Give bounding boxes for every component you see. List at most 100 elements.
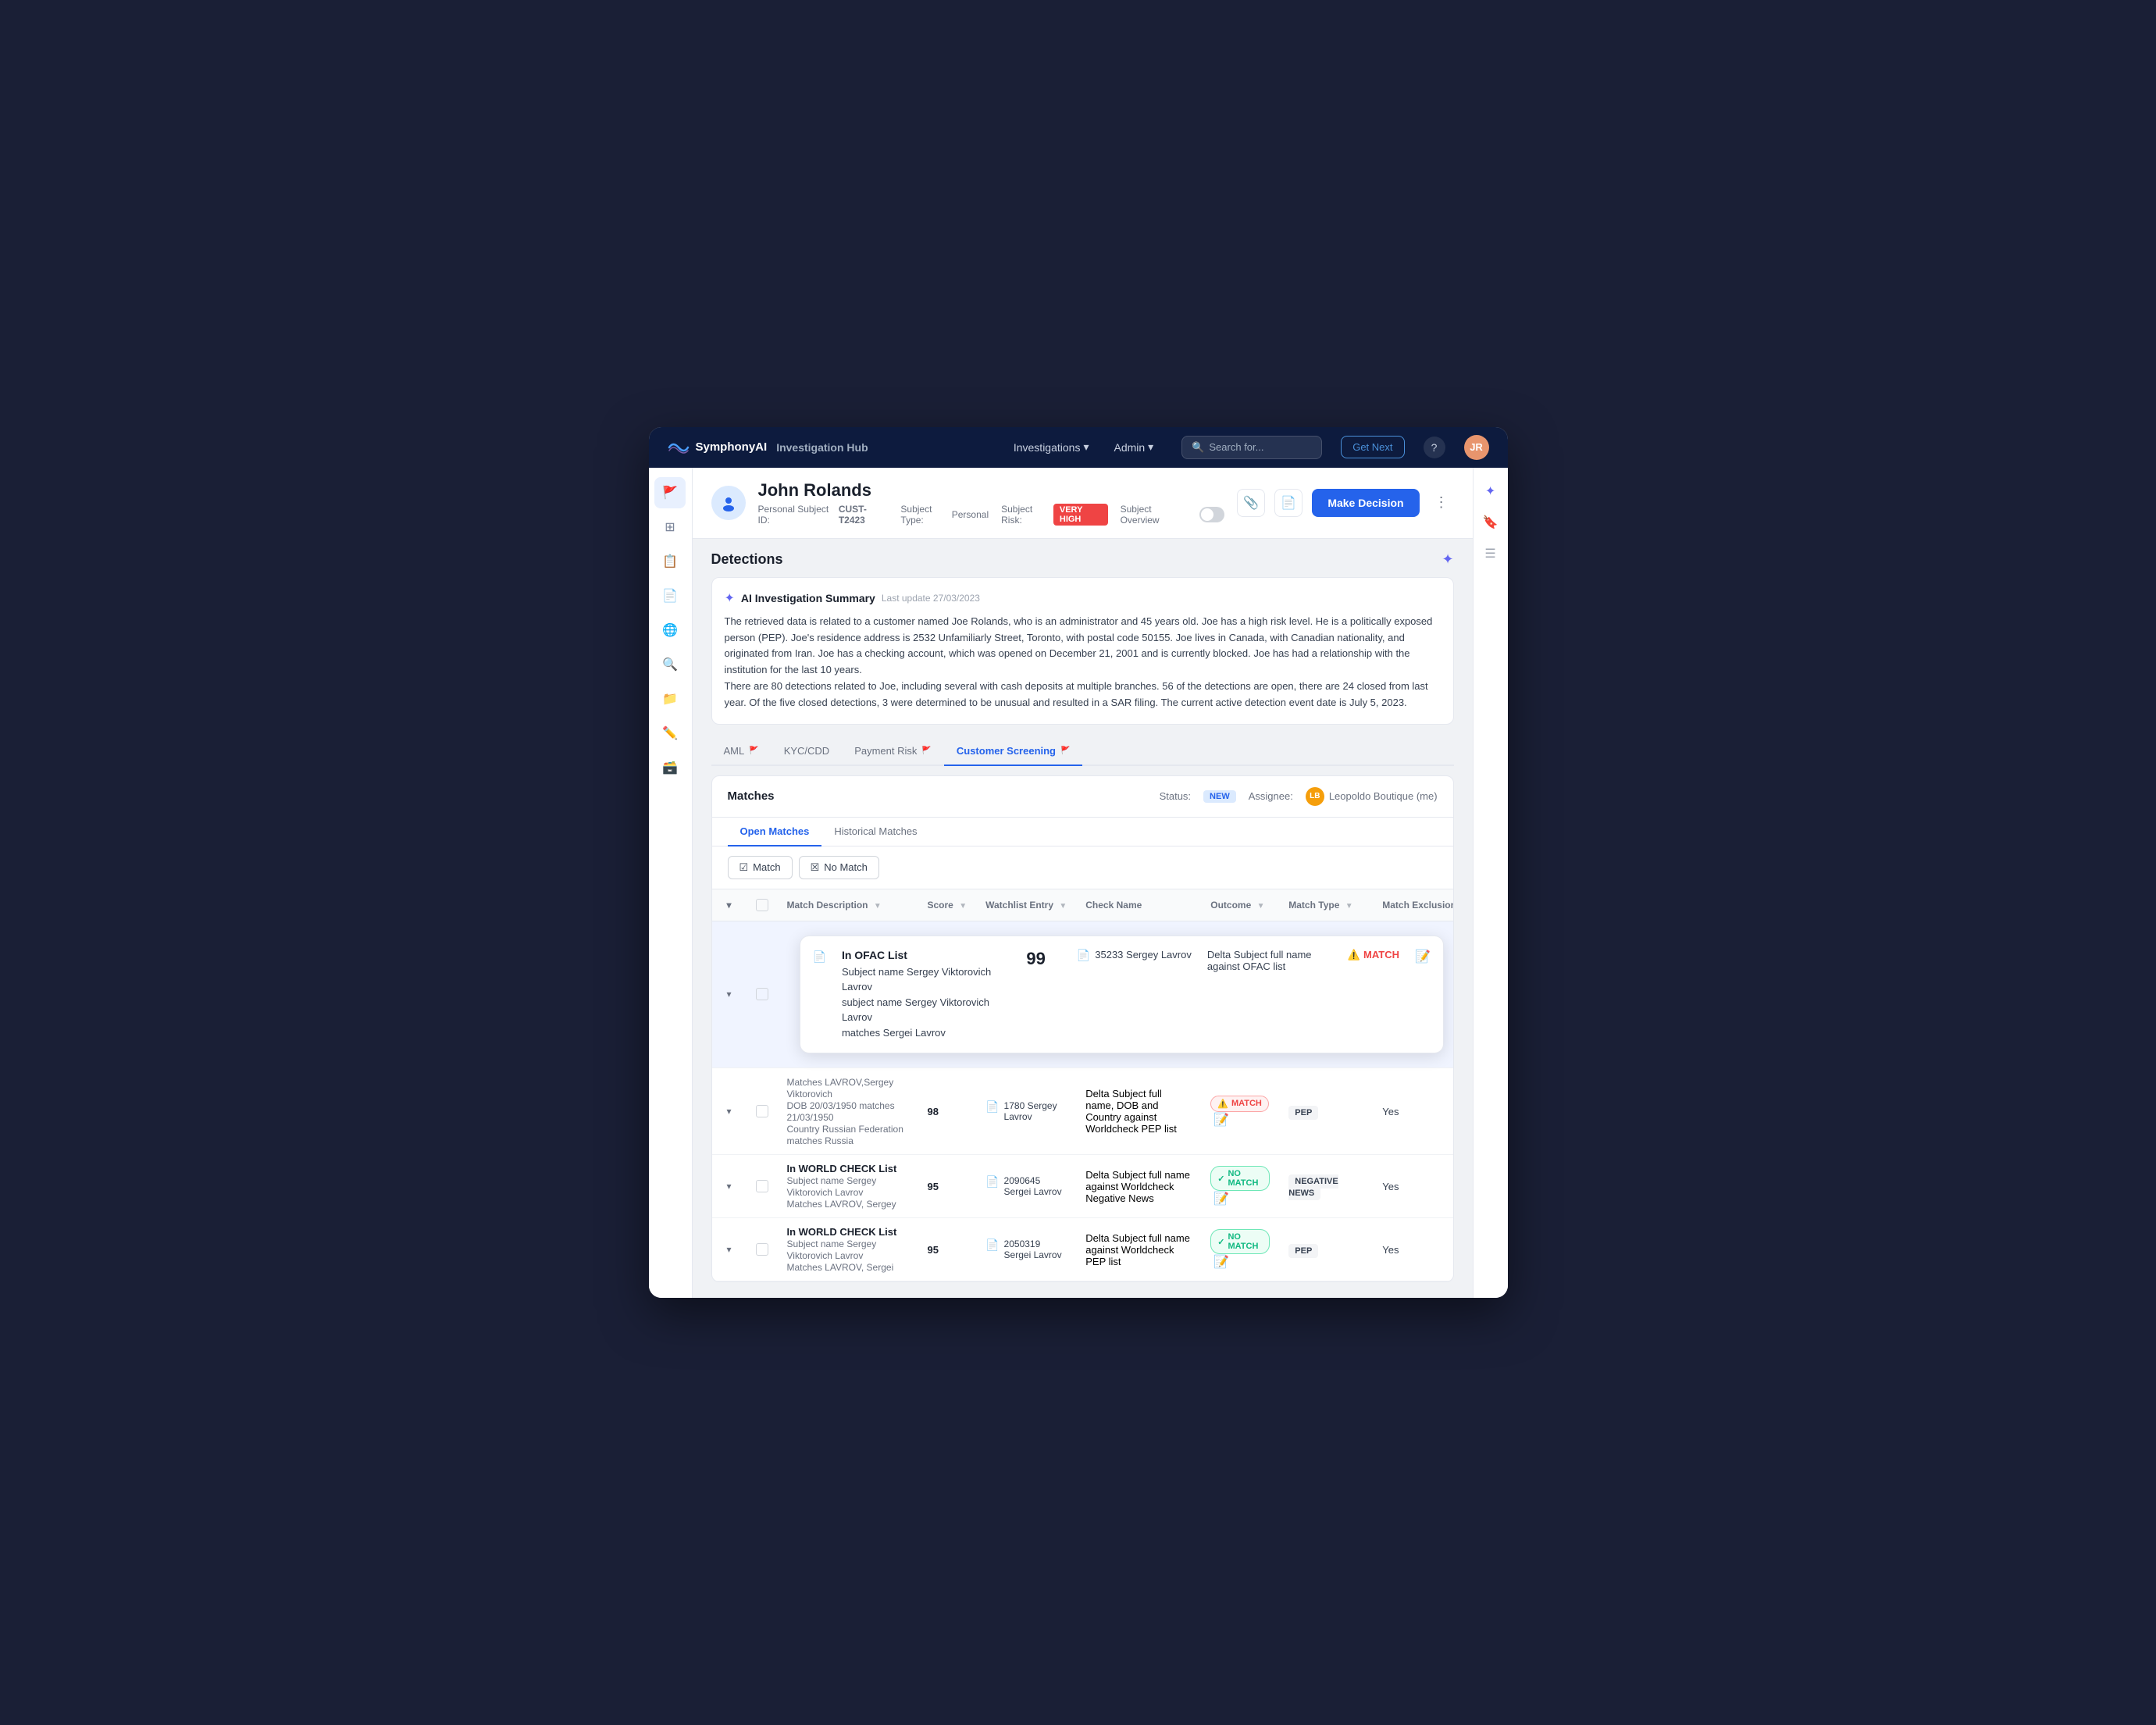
nav-links: Investigations ▾ Admin ▾ (1004, 436, 1163, 458)
col-score-header[interactable]: Score ▼ (918, 889, 977, 921)
table-row: ▾ In WORLD CHECK List Subject name Ser (712, 1218, 1453, 1281)
row3-watchlist: 📄 2090645 Sergei Lavrov (985, 1175, 1067, 1197)
outcome-filter-icon[interactable]: ▼ (1257, 902, 1265, 911)
expand-all-button[interactable]: ▾ (722, 897, 737, 913)
row4-expand-cell[interactable]: ▾ (712, 1218, 747, 1281)
row2-expand-cell[interactable]: ▾ (712, 1068, 747, 1155)
row3-checkbox[interactable] (756, 1180, 768, 1192)
row2-watchlist: 📄 1780 Sergey Lavrov (985, 1100, 1067, 1122)
expanded-card-row1: 📄 In OFAC List Subject name Sergey Vikto… (800, 936, 1444, 1054)
expanded-entry-text: 35233 Sergey Lavrov (1095, 949, 1192, 961)
match-button[interactable]: ☑ Match (728, 856, 793, 879)
notes-icon-row3[interactable]: 📝 (1213, 1192, 1229, 1206)
row3-outcome-cell: ✓ NO MATCH 📝 (1201, 1155, 1279, 1218)
sidebar-item-globe[interactable]: 🌐 (654, 615, 686, 646)
make-decision-button[interactable]: Make Decision (1312, 489, 1419, 517)
help-icon[interactable]: ? (1424, 437, 1445, 458)
row4-expand-button[interactable]: ▾ (722, 1242, 737, 1257)
ai-summary-date: Last update 27/03/2023 (882, 593, 980, 604)
expanded-outcome: ⚠️ MATCH (1348, 949, 1399, 961)
hub-label: Investigation Hub (776, 441, 868, 454)
document-button[interactable]: 📄 (1274, 489, 1303, 517)
col-type-header[interactable]: Match Type ▼ (1279, 889, 1373, 921)
row2-type-badge: PEP (1288, 1106, 1318, 1120)
sidebar-item-folder[interactable]: 📁 (654, 683, 686, 715)
row2-expand-button[interactable]: ▾ (722, 1103, 737, 1119)
sidebar-item-flag[interactable]: 🚩 (654, 477, 686, 508)
sidebar-item-write[interactable]: ✏️ (654, 718, 686, 749)
col-checkbox-header (747, 889, 778, 921)
tab-aml[interactable]: AML 🚩 (711, 737, 772, 766)
matches-header: Matches Status: NEW Assignee: LB Leopold… (712, 776, 1453, 818)
table-header-row: ▾ Match Description ▼ (712, 889, 1453, 921)
search-placeholder: Search for... (1209, 441, 1263, 453)
status-badge: NEW (1203, 790, 1236, 803)
search-icon: 🔍 (1192, 441, 1204, 454)
overview-toggle[interactable] (1199, 507, 1225, 522)
row4-checkbox[interactable] (756, 1243, 768, 1256)
more-options-button[interactable]: ⋮ (1429, 490, 1454, 515)
row1-expand-button[interactable]: ▾ (722, 986, 737, 1002)
right-panel-icons: ✦ 🔖 ☰ (1473, 468, 1508, 1298)
no-match-icon: ☒ (811, 861, 820, 874)
expanded-watchlist: 📄 35233 Sergey Lavrov (1077, 949, 1192, 962)
no-match-button[interactable]: ☒ No Match (799, 856, 879, 879)
row1-expand-cell[interactable]: ▾ (712, 921, 747, 1068)
row2-desc-cell: Matches LAVROV,Sergey ViktorovichDOB 20/… (778, 1068, 918, 1155)
score-filter-icon[interactable]: ▼ (959, 902, 967, 911)
sidebar-item-search[interactable]: 🔍 (654, 649, 686, 680)
col-check-header: Check Name (1076, 889, 1201, 921)
watchlist-filter-icon[interactable]: ▼ (1059, 902, 1067, 911)
list-right-icon[interactable]: ☰ (1481, 543, 1499, 565)
main-content: John Rolands Personal Subject ID: CUST-T… (693, 468, 1473, 1298)
matches-meta: Status: NEW Assignee: LB Leopoldo Boutiq… (1160, 787, 1438, 806)
row3-excl-cell: Yes (1373, 1155, 1452, 1218)
sparkle-icon: ✦ (1441, 551, 1453, 568)
row1-checkbox[interactable] (756, 988, 768, 1000)
select-all-checkbox[interactable] (756, 899, 768, 911)
subject-header: John Rolands Personal Subject ID: CUST-T… (693, 468, 1473, 539)
sub-tab-historical[interactable]: Historical Matches (821, 818, 929, 846)
sidebar-item-archive[interactable]: 🗃️ (654, 752, 686, 783)
sub-tab-open[interactable]: Open Matches (728, 818, 822, 846)
nav-investigations[interactable]: Investigations ▾ (1004, 436, 1099, 458)
payment-risk-flag-icon: 🚩 (921, 747, 931, 755)
col-outcome-header[interactable]: Outcome ▼ (1201, 889, 1279, 921)
sidebar-item-doc[interactable]: 📄 (654, 580, 686, 611)
subject-id: Personal Subject ID: CUST-T2423 (758, 504, 889, 526)
row2-warning-icon: ⚠️ (1217, 1099, 1228, 1109)
row3-desc-cell: In WORLD CHECK List Subject name Sergey … (778, 1155, 918, 1218)
customer-screening-flag-icon: 🚩 (1060, 747, 1070, 755)
sparkle-right-icon[interactable]: ✦ (1482, 480, 1499, 502)
tab-kyc[interactable]: KYC/CDD (772, 737, 843, 766)
tab-payment-risk[interactable]: Payment Risk 🚩 (842, 737, 944, 766)
notes-icon-row1[interactable]: 📝 (1415, 949, 1431, 964)
desc-filter-icon[interactable]: ▼ (874, 902, 882, 911)
bookmark-right-icon[interactable]: 🔖 (1480, 511, 1502, 533)
row2-doc-icon: 📄 (985, 1100, 999, 1114)
row2-checkbox[interactable] (756, 1105, 768, 1117)
type-filter-icon[interactable]: ▼ (1345, 902, 1353, 911)
tab-customer-screening[interactable]: Customer Screening 🚩 (944, 737, 1083, 766)
col-desc-header[interactable]: Match Description ▼ (778, 889, 918, 921)
user-avatar[interactable]: JR (1464, 435, 1489, 460)
aml-flag-icon: 🚩 (749, 747, 758, 755)
notes-icon-row4[interactable]: 📝 (1213, 1256, 1229, 1269)
subject-type: Subject Type: Personal (900, 504, 989, 526)
get-next-button[interactable]: Get Next (1341, 436, 1404, 458)
subject-actions: 📎 📄 Make Decision ⋮ (1237, 489, 1453, 517)
row3-expand-button[interactable]: ▾ (722, 1178, 737, 1194)
row3-expand-cell[interactable]: ▾ (712, 1155, 747, 1218)
nav-admin[interactable]: Admin ▾ (1104, 436, 1163, 458)
col-watchlist-header[interactable]: Watchlist Entry ▼ (976, 889, 1076, 921)
search-bar[interactable]: 🔍 Search for... (1181, 436, 1322, 459)
ai-summary-card: ✦ AI Investigation Summary Last update 2… (711, 577, 1454, 725)
matches-table: ▾ Match Description ▼ (712, 889, 1453, 1282)
row4-watchlist-cell: 📄 2050319 Sergei Lavrov (976, 1218, 1076, 1281)
assignee-avatar: LB (1306, 787, 1324, 806)
notes-icon-row2[interactable]: 📝 (1213, 1114, 1229, 1127)
sidebar-item-list[interactable]: 📋 (654, 546, 686, 577)
attachment-button[interactable]: 📎 (1237, 489, 1265, 517)
sidebar-item-grid[interactable]: ⊞ (654, 511, 686, 543)
brand-logo-area: SymphonyAI Investigation Hub (668, 440, 868, 455)
